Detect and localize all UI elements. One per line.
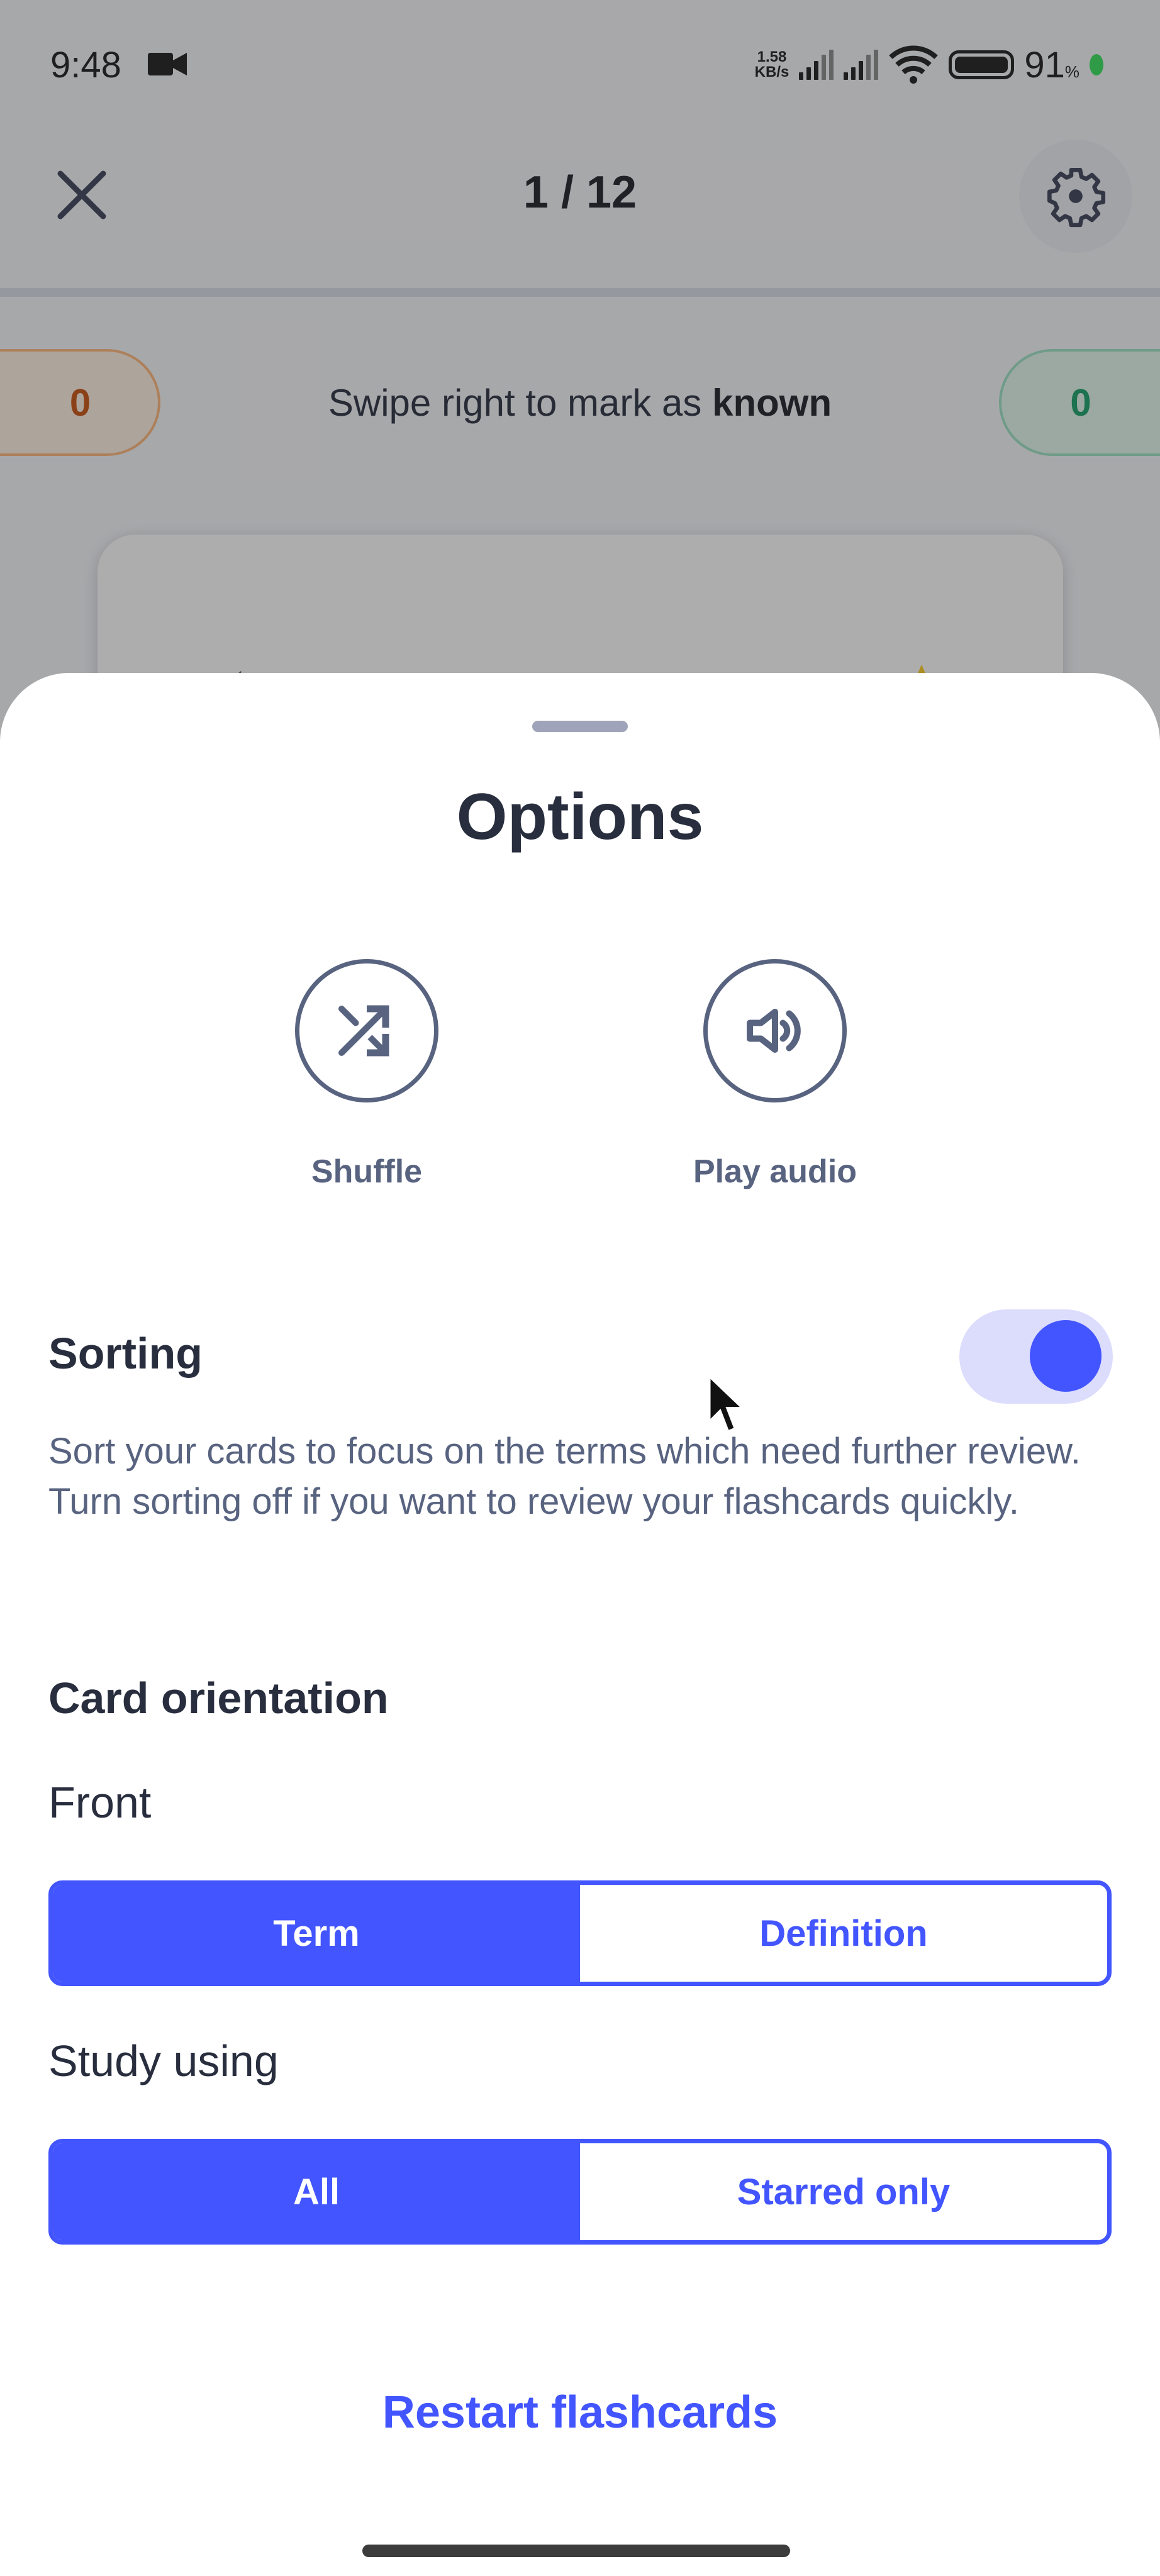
shuffle-label: Shuffle	[311, 1153, 423, 1190]
front-option-definition[interactable]: Definition	[580, 1885, 1107, 1982]
study-option-all[interactable]: All	[53, 2143, 580, 2240]
sheet-title: Options	[456, 780, 704, 853]
play-audio-circle[interactable]	[703, 959, 847, 1102]
shuffle-circle[interactable]	[295, 959, 438, 1102]
sorting-toggle[interactable]	[959, 1309, 1113, 1404]
restart-flashcards-button[interactable]: Restart flashcards	[0, 2387, 1160, 2438]
play-audio-button[interactable]: Play audio	[662, 959, 888, 1191]
shuffle-icon	[338, 1005, 389, 1057]
shuffle-button[interactable]: Shuffle	[254, 959, 480, 1191]
sorting-description: Sort your cards to focus on the terms wh…	[48, 1431, 1081, 1522]
sorting-toggle-knob	[1030, 1320, 1101, 1392]
study-option-starred-only[interactable]: Starred only	[580, 2143, 1107, 2240]
speaker-icon	[747, 1009, 801, 1053]
front-side-selector: Term Definition	[48, 1880, 1112, 1986]
home-indicator[interactable]	[362, 2545, 790, 2557]
study-using-label: Study using	[48, 2036, 279, 2085]
front-option-term[interactable]: Term	[53, 1885, 580, 1982]
study-using-selector: All Starred only	[48, 2139, 1112, 2245]
options-sheet	[0, 673, 1160, 2576]
mouse-cursor-icon	[707, 1372, 748, 1435]
sheet-drag-handle[interactable]	[532, 721, 628, 732]
card-orientation-title: Card orientation	[48, 1674, 389, 1723]
sorting-title: Sorting	[48, 1329, 203, 1378]
play-audio-label: Play audio	[693, 1153, 857, 1190]
front-label: Front	[48, 1778, 152, 1827]
